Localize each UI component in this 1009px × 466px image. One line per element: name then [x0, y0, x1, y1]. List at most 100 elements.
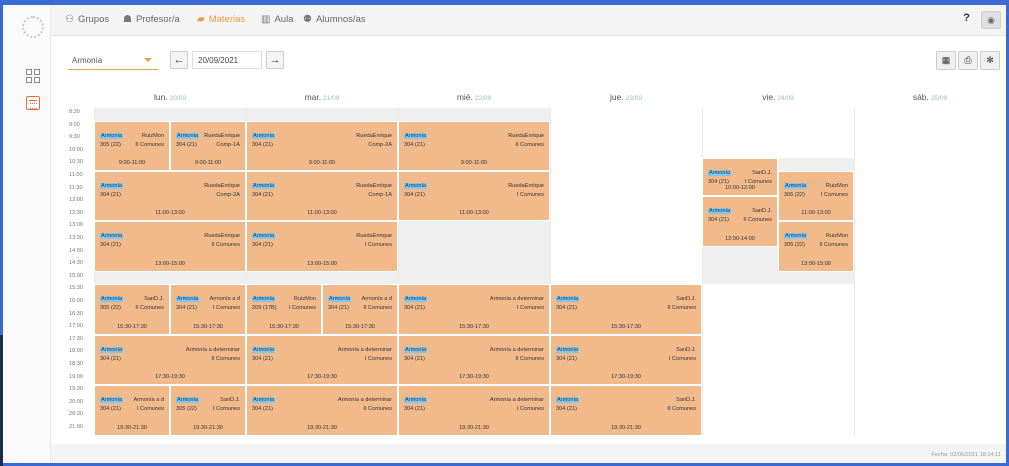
time-label: 21:00: [69, 424, 83, 430]
event-time: 19:30-21:30: [459, 424, 489, 431]
class-event[interactable]: Armonía 304 (21) Armonía a d II Comunes 15:3…: [322, 284, 398, 335]
room-label: 209 (17B): [252, 305, 277, 312]
teacher-label: RuedaEnrique: [356, 132, 392, 139]
class-event[interactable]: Armonía 304 (21) SanD.J. II Comunes 19:30-21…: [550, 385, 702, 436]
subject-tag: Armonía: [252, 397, 276, 404]
subject-tag: Armonía: [252, 346, 276, 353]
class-event[interactable]: Armonía 304 (21) RuedaEnrique I Comunes 13:0…: [246, 221, 398, 272]
toolbar: Armonía ← 20/09/2021 → ▦ ⎙ ✻: [58, 43, 1004, 85]
grid-view-icon[interactable]: [26, 69, 40, 83]
class-event[interactable]: Armonía 304 (21) RuedaEnrique Comp-1A 11:00-…: [246, 171, 398, 222]
room-label: 304 (21): [404, 192, 425, 198]
subject-select[interactable]: Armonía: [68, 51, 158, 70]
room-label: 304 (21): [252, 355, 273, 362]
tab-grupos[interactable]: ⚇ Grupos: [65, 14, 109, 25]
group-label: II Comunes: [135, 305, 164, 312]
tab-alumnos[interactable]: ⚉ Alumnos/as: [303, 14, 366, 25]
time-label: 17:00: [69, 323, 83, 330]
time-label: 12:30: [69, 209, 83, 216]
class-event[interactable]: Armonía 209 (17B) RuizMon I Comunes 15:30-17…: [246, 284, 322, 335]
class-event[interactable]: Armonía 304 (21) RuedaEnrique Comp-2A 9:00-1…: [246, 120, 398, 171]
group-label: I Comunes: [516, 406, 544, 413]
event-time: 17:30-19:30: [611, 374, 641, 381]
teacher-label: RuizMon: [293, 296, 316, 303]
tab-materias[interactable]: ▰ Materias: [197, 14, 245, 25]
class-event[interactable]: Armonía 304 (21) Armonía a determinar II Co…: [398, 334, 550, 386]
class-event[interactable]: Armonía 304 (21) Armonía a determinar II Co…: [246, 385, 398, 436]
tab-label: Grupos: [77, 14, 110, 25]
day-header: mié. 22/09: [398, 92, 550, 102]
class-event[interactable]: Armonía 305 (22) RuizMon II Comunes 9:00-11:…: [94, 120, 170, 171]
class-event[interactable]: Armonía 304 (21) SanD.J. I Comunes 10:00-12:…: [702, 158, 778, 197]
class-event[interactable]: Armonía 304 (21) Armonía a d I Comunes 19:30…: [94, 385, 170, 436]
class-event[interactable]: Armonía 304 (21) Armonía a determinar I Com…: [398, 385, 550, 436]
group-label: I Comunes: [668, 355, 696, 362]
room-label: 304 (21): [100, 355, 121, 362]
event-time: 11:00-13:00: [801, 210, 831, 217]
tab-profesor[interactable]: ☗ Profesor/a: [123, 14, 180, 25]
print-button[interactable]: ⎙: [958, 51, 978, 70]
help-button[interactable]: ?: [963, 12, 970, 24]
next-week-button[interactable]: →: [266, 51, 284, 69]
event-time: 13:00-15:00: [155, 260, 185, 267]
class-event[interactable]: Armonía 304 (21) SanD.J. II Comunes 15:30-17…: [550, 284, 702, 335]
room-label: 305 (22): [176, 406, 197, 413]
group-label: I Comunes: [212, 305, 240, 312]
teacher-label: Armonía a determinar: [489, 397, 544, 404]
day-column[interactable]: [854, 108, 1006, 436]
eye-icon[interactable]: ◉: [981, 11, 1001, 29]
class-event[interactable]: Armonía 304 (21) RuedaEnrique I Comunes 11:0…: [398, 171, 550, 222]
settings-button[interactable]: ✻: [980, 51, 1000, 70]
group-label: Comp-2A: [216, 192, 240, 198]
class-event[interactable]: Armonía 304 (21) Armonía a determinar I Com…: [246, 334, 398, 386]
event-time: 17:30-19:30: [459, 374, 489, 381]
group-label: II Comunes: [211, 355, 240, 362]
class-event[interactable]: Armonía 304 (21) RuedaEnrique Comp-2A 11:00-…: [94, 171, 246, 222]
tab-aula[interactable]: ▥ Aula: [261, 14, 293, 25]
calendar-picker-button[interactable]: ▦: [936, 51, 956, 70]
class-event[interactable]: Armonía 305 (22) RuizMon I Comunes 11:00-13:…: [778, 171, 854, 222]
footer-timestamp: Fecha: 02/06/2021 18:14:11: [931, 452, 1001, 458]
class-event[interactable]: Armonía 304 (21) Armonía a d I Comunes 15:30…: [170, 284, 246, 335]
room-label: 304 (21): [556, 305, 577, 312]
subject-tag: Armonía: [100, 397, 124, 404]
chevron-down-icon: [144, 58, 152, 62]
previous-week-button[interactable]: ←: [170, 51, 188, 69]
date-input[interactable]: 20/09/2021: [192, 51, 262, 69]
teacher-label: RuedaEnrique: [356, 183, 392, 189]
class-event[interactable]: Armonía 304 (21) Armonía a determinar II Co…: [94, 334, 246, 386]
group-label: II Comunes: [363, 406, 392, 413]
class-event[interactable]: Armonía 305 (22) SanD.J. II Comunes 15:30-17…: [94, 284, 170, 335]
class-event[interactable]: Armonía 305 (22) SanD.J. I Comunes 19:30-21:…: [170, 385, 246, 436]
room-label: 304 (21): [404, 406, 425, 413]
event-time: 19:30-21:30: [193, 424, 223, 431]
class-event[interactable]: Armonía 304 (21) SanD.J. I Comunes 17:30-19:…: [550, 334, 702, 386]
event-time: 15:30-17:30: [269, 323, 299, 330]
group-label: II Comunes: [667, 305, 696, 312]
teacher-label: RuizMon: [825, 233, 848, 240]
room-label: 304 (21): [252, 192, 273, 198]
room-label: 304 (21): [100, 242, 121, 249]
subject-tag: Armonía: [708, 170, 732, 177]
subject-tag: Armonía: [176, 132, 200, 139]
class-event[interactable]: Armonía 304 (21) RuedaEnrique II Comunes 9:0…: [398, 120, 550, 171]
subject-tag: Armonía: [176, 397, 200, 404]
class-event[interactable]: Armonía 304 (21) Armonía a determinar I Com…: [398, 284, 550, 335]
class-event[interactable]: Armonía 304 (21) RuedaEnrique Comp-1A 9:00-1…: [170, 120, 246, 171]
subject-tag: Armonía: [556, 397, 580, 404]
tab-label: Materias: [208, 14, 246, 25]
event-time: 17:30-19:30: [155, 374, 185, 381]
class-event[interactable]: Armonía 305 (22) RuizMon II Comunes 13:00-15…: [778, 221, 854, 272]
class-event[interactable]: Armonía 304 (21) RuedaEnrique II Comunes 13:…: [94, 221, 246, 272]
footer: Fecha: 02/06/2021 18:14:11: [51, 444, 1006, 463]
teacher-label: SanD.J.: [144, 296, 164, 303]
time-label: 20:30: [69, 411, 83, 418]
calendar-icon[interactable]: [26, 96, 40, 110]
day-column[interactable]: [702, 108, 854, 436]
event-time: 11:00-13:00: [155, 210, 185, 217]
time-label: 19:00: [69, 373, 83, 380]
subject-tag: Armonía: [176, 296, 200, 303]
tab-label: Aula: [274, 14, 294, 25]
class-event[interactable]: Armonía 304 (21) SanD.J. II Comunes 12:00-14…: [702, 196, 778, 247]
day-name: mié.: [456, 92, 473, 102]
